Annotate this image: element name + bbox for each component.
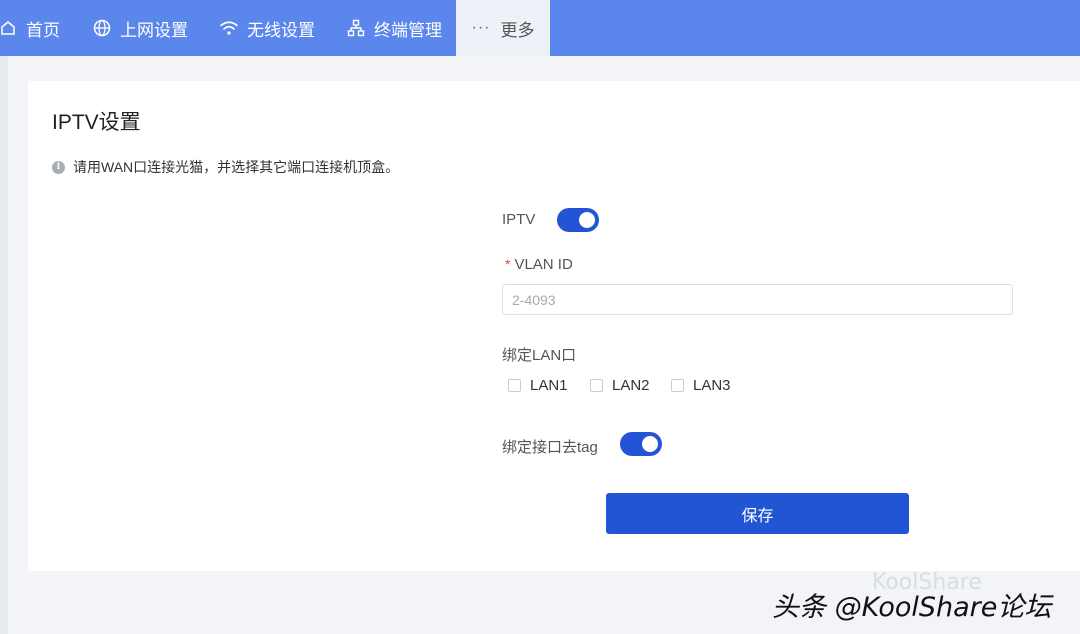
required-mark: * <box>505 256 511 272</box>
watermark-text: 头条 @KoolShare论坛 <box>772 592 1052 623</box>
nav-item-label: 更多 <box>500 20 535 40</box>
vlan-id-label-text: VLAN ID <box>514 256 573 273</box>
iptv-settings-card <box>28 81 1080 571</box>
page-title: IPTV设置 <box>52 111 141 134</box>
checkbox-label: LAN3 <box>693 377 731 394</box>
lan2-checkbox[interactable]: LAN2 <box>590 377 650 394</box>
checkbox-label: LAN2 <box>612 377 650 394</box>
more-icon: ··· <box>471 19 491 36</box>
vlan-id-label: * VLAN ID <box>505 256 573 273</box>
iptv-label: IPTV <box>502 211 536 228</box>
checkbox-box[interactable] <box>508 379 521 392</box>
info-notice-text: 请用WAN口连接光猫，并选择其它端口连接机顶盒。 <box>73 159 400 175</box>
lan3-checkbox[interactable]: LAN3 <box>671 377 731 394</box>
info-notice: i 请用WAN口连接光猫，并选择其它端口连接机顶盒。 <box>52 157 399 177</box>
nav-item-label: 上网设置 <box>120 20 188 40</box>
toggle-knob <box>642 436 658 452</box>
checkbox-box[interactable] <box>671 379 684 392</box>
vlan-id-input[interactable] <box>502 284 1013 315</box>
info-icon: i <box>52 160 65 174</box>
bind-lan-label: 绑定LAN口 <box>502 347 577 364</box>
toggle-knob <box>579 212 595 228</box>
home-icon <box>0 18 16 38</box>
save-button[interactable]: 保存 <box>606 493 909 534</box>
lan1-checkbox[interactable]: LAN1 <box>508 377 568 394</box>
nav-item-wireless-settings[interactable]: 无线设置 <box>219 0 329 56</box>
wifi-icon <box>219 18 239 38</box>
checkbox-label: LAN1 <box>530 377 568 394</box>
top-navigation: 首页 上网设置 无线设置 终端管理 ··· 更多 <box>0 0 1080 56</box>
nav-item-label: 无线设置 <box>247 20 315 40</box>
nav-item-device-management[interactable]: 终端管理 <box>346 0 456 56</box>
iptv-toggle[interactable] <box>557 208 599 232</box>
checkbox-box[interactable] <box>590 379 603 392</box>
network-icon <box>346 18 366 38</box>
nav-item-more[interactable]: ··· 更多 <box>456 0 550 56</box>
untag-toggle[interactable] <box>620 432 662 456</box>
nav-item-label: 终端管理 <box>374 20 442 40</box>
nav-item-home[interactable]: 首页 <box>0 0 70 56</box>
globe-icon <box>92 18 112 38</box>
left-sidebar-edge <box>0 56 8 634</box>
untag-label: 绑定接口去tag <box>502 439 598 456</box>
nav-item-label: 首页 <box>26 20 60 40</box>
nav-item-internet-settings[interactable]: 上网设置 <box>92 0 202 56</box>
